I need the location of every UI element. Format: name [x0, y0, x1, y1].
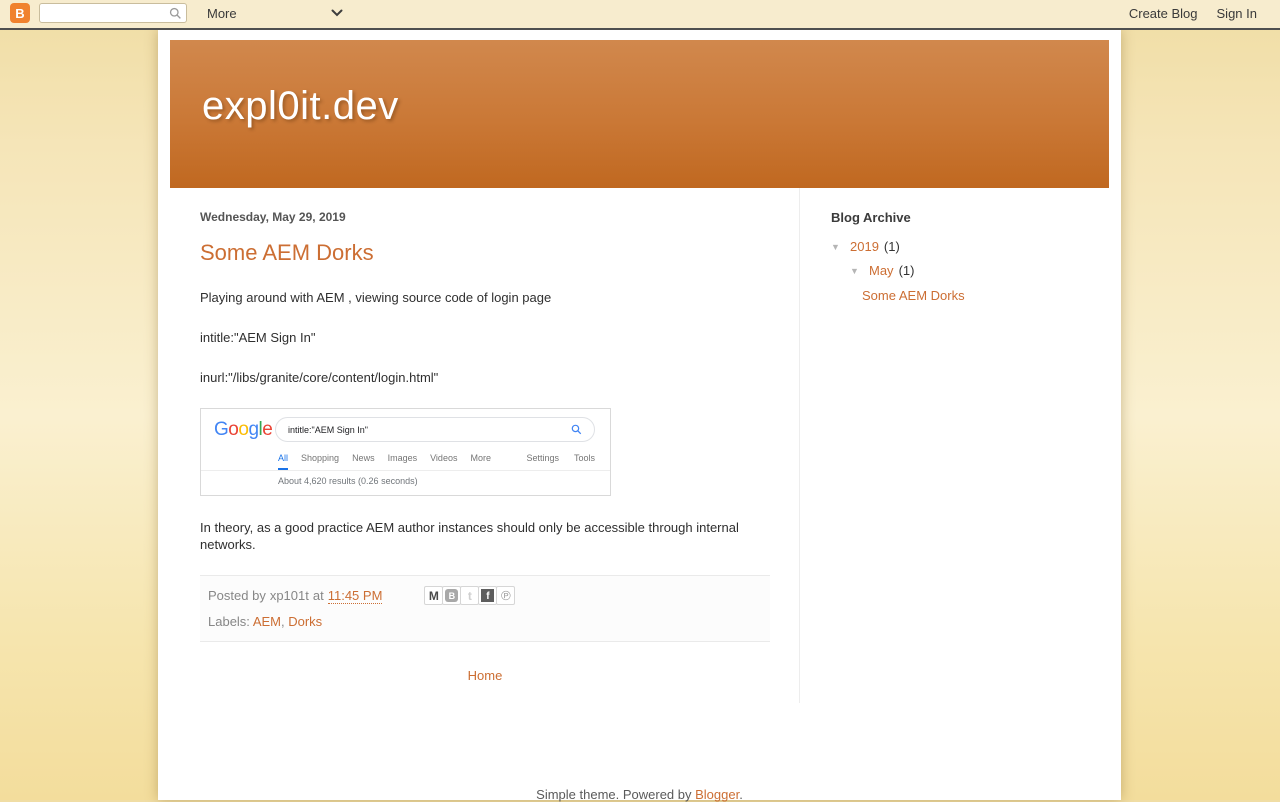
navbar-search-box[interactable]	[39, 3, 187, 23]
post-image-google-search[interactable]: Google intitle:"AEM Sign In" All Shopping…	[200, 408, 611, 496]
archive-month-row: ▼ May (1)	[850, 263, 1109, 278]
google-tab: All	[278, 453, 289, 470]
share-button[interactable]: M	[424, 586, 444, 605]
sidebar: Blog Archive ▼ 2019 (1) ▼ May (1) Some A…	[800, 188, 1109, 703]
post-paragraph: inurl:"/libs/granite/core/content/login.…	[200, 370, 439, 385]
share-glyph-icon: B	[445, 589, 459, 602]
share-glyph-icon: ℗	[501, 588, 511, 603]
share-button[interactable]: ℗	[496, 586, 516, 605]
main-column: Wednesday, May 29, 2019 Some AEM Dorks P…	[170, 188, 800, 703]
post-meta-row: Posted by xp101t at 11:45 PM M B t f ℗	[208, 586, 762, 605]
post-body-outro: In theory, as a good practice AEM author…	[200, 519, 770, 553]
share-button[interactable]: f	[478, 586, 498, 605]
google-tab: Images	[387, 453, 418, 463]
google-tab: Tools	[573, 453, 595, 463]
label-link[interactable]: Dorks	[288, 614, 322, 629]
share-buttons: M B t f ℗	[424, 586, 516, 605]
share-button[interactable]: t	[460, 586, 480, 605]
labels-list: AEM, Dorks	[253, 614, 322, 629]
post-paragraph: In theory, as a good practice AEM author…	[200, 520, 739, 552]
google-search-query: intitle:"AEM Sign In"	[288, 424, 368, 435]
home-link[interactable]: Home	[468, 668, 503, 683]
post-paragraph: intitle:"AEM Sign In"	[200, 330, 316, 345]
archive-toggle-icon[interactable]: ▼	[831, 242, 850, 252]
home-row: Home	[200, 668, 770, 703]
archive-month-count: (1)	[898, 263, 915, 278]
google-search-box: intitle:"AEM Sign In"	[275, 417, 595, 442]
label-link[interactable]: AEM	[253, 614, 281, 629]
blog-title[interactable]: expl0it.dev	[202, 84, 399, 129]
share-glyph-icon: f	[481, 589, 495, 602]
google-logo: Google	[214, 419, 273, 441]
google-tab: Videos	[430, 453, 458, 463]
archive-month-link[interactable]: May	[869, 263, 894, 278]
google-result-tabs: All Shopping News Images Videos More	[278, 453, 491, 470]
sign-in-link[interactable]: Sign In	[1217, 6, 1257, 21]
labels-title: Labels:	[208, 614, 250, 629]
search-input[interactable]	[44, 5, 169, 21]
page-container: expl0it.dev Wednesday, May 29, 2019 Some…	[158, 30, 1121, 802]
google-tabs-divider	[201, 470, 610, 471]
share-glyph-icon: t	[467, 588, 472, 603]
archive-post-row: Some AEM Dorks	[862, 288, 1109, 303]
google-logo-letter: o	[228, 419, 239, 440]
google-logo-letter: g	[248, 419, 259, 440]
content-columns: Wednesday, May 29, 2019 Some AEM Dorks P…	[170, 188, 1109, 703]
google-tools-tabs: Settings Tools	[526, 453, 595, 463]
post-footer: Posted by xp101t at 11:45 PM M B t f ℗ L…	[200, 575, 770, 642]
google-logo-letter: e	[262, 419, 273, 440]
google-result-stats: About 4,620 results (0.26 seconds)	[278, 476, 418, 486]
navbar-right-links: Create Blog Sign In	[1129, 6, 1270, 21]
post-body: Playing around with AEM , viewing source…	[200, 289, 770, 386]
post-author: xp101t	[269, 588, 309, 603]
blog-archive-title: Blog Archive	[831, 210, 911, 225]
google-logo-letter: G	[214, 419, 229, 440]
archive-post-link[interactable]: Some AEM Dorks	[862, 288, 965, 303]
blogger-logo-icon[interactable]: B	[10, 3, 30, 23]
blog-header: expl0it.dev	[170, 40, 1109, 188]
navbar-more-dropdown[interactable]: More	[207, 6, 343, 21]
post-paragraph: Playing around with AEM , viewing source…	[200, 290, 552, 305]
create-blog-link[interactable]: Create Blog	[1129, 6, 1198, 21]
post-title[interactable]: Some AEM Dorks	[200, 240, 770, 266]
archive-toggle-icon[interactable]: ▼	[850, 266, 869, 276]
google-tab: Settings	[526, 453, 559, 463]
blogger-navbar: B More Create Blog Sign In	[0, 0, 1280, 30]
archive-year-row: ▼ 2019 (1)	[831, 239, 1109, 254]
archive-year-count: (1)	[883, 239, 900, 254]
google-logo-letter: o	[238, 419, 249, 440]
chevron-down-icon	[331, 9, 343, 17]
search-icon[interactable]	[169, 7, 182, 20]
at-text: at	[312, 588, 324, 603]
google-tab: News	[352, 453, 375, 463]
post-date-heading: Wednesday, May 29, 2019	[200, 210, 346, 224]
navbar-more-label: More	[207, 5, 237, 21]
post-timestamp-link[interactable]: 11:45 PM	[327, 588, 383, 604]
share-glyph-icon: M	[428, 588, 439, 603]
share-button[interactable]: B	[442, 586, 462, 605]
google-search-icon	[571, 424, 582, 435]
google-tab: Shopping	[301, 453, 340, 463]
posted-by-text: Posted by	[208, 588, 266, 603]
archive-year-link[interactable]: 2019	[850, 239, 879, 254]
google-tab: More	[470, 453, 491, 463]
labels-row: Labels: AEM, Dorks	[208, 614, 762, 629]
